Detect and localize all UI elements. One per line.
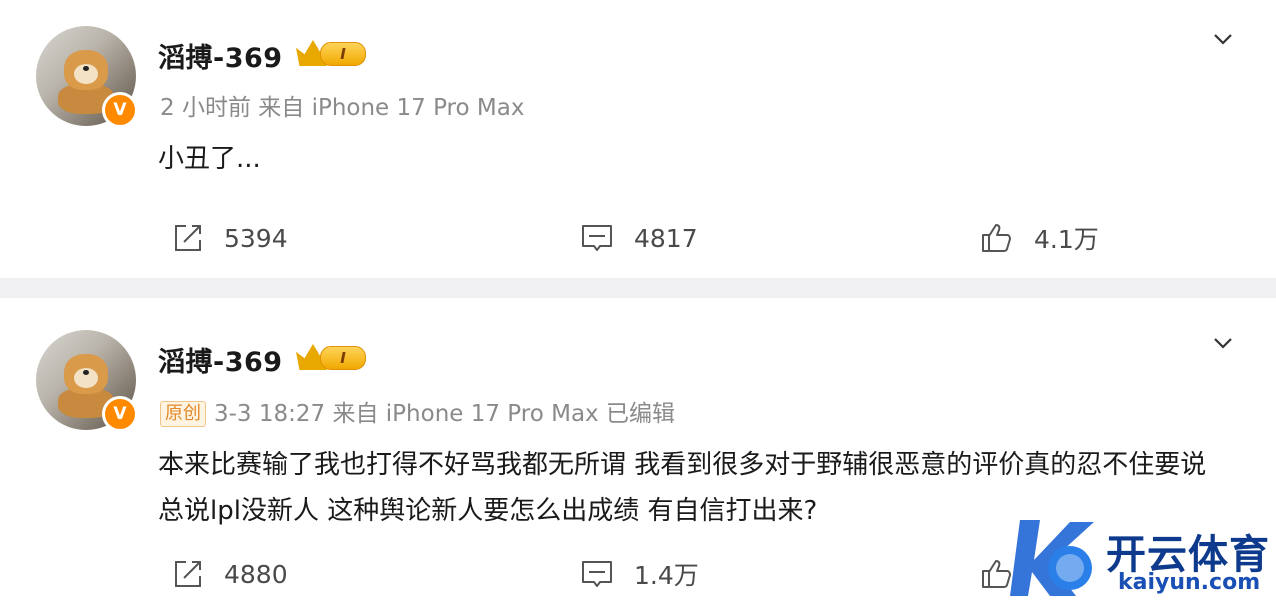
- username[interactable]: 滔搏-369: [158, 36, 283, 75]
- comment-count: 4817: [634, 223, 698, 253]
- avatar[interactable]: V: [36, 26, 138, 128]
- like-button[interactable]: 4.1万: [980, 218, 1099, 258]
- avatar-dog-head: [64, 50, 108, 90]
- avatar[interactable]: V: [36, 330, 138, 432]
- verified-badge: V: [102, 396, 138, 432]
- watermark: 开云体育 kaiyun.com: [1010, 510, 1276, 610]
- repost-count: 5394: [224, 223, 288, 253]
- action-bar: 5394 4817 4.1万: [0, 218, 1276, 258]
- avatar-dog-head: [64, 354, 108, 394]
- like-icon: [982, 224, 1011, 252]
- level-number: I: [320, 346, 366, 370]
- original-tag: 原创: [160, 401, 206, 427]
- comment-icon: [582, 561, 612, 587]
- repost-icon: [175, 225, 201, 251]
- comment-count: 1.4万: [634, 561, 699, 590]
- repost-icon: [175, 561, 201, 587]
- username[interactable]: 滔搏-369: [158, 340, 283, 379]
- verified-badge: V: [102, 92, 138, 128]
- level-number: I: [320, 42, 366, 66]
- chevron-down-icon[interactable]: [1210, 330, 1236, 356]
- like-icon: [982, 560, 1011, 588]
- watermark-en: kaiyun.com: [1118, 570, 1261, 595]
- repost-count: 4880: [224, 559, 288, 589]
- like-count: 4.1万: [1034, 225, 1099, 254]
- weibo-post: V 滔搏-369 I 2 小时前 来自 iPhone 17 Pro Max 小丑…: [0, 0, 1276, 278]
- chevron-down-icon[interactable]: [1210, 26, 1236, 52]
- repost-button[interactable]: 4880: [172, 554, 288, 594]
- post-meta: 2 小时前 来自 iPhone 17 Pro Max: [160, 95, 525, 121]
- post-meta: 原创 3-3 18:27 来自 iPhone 17 Pro Max 已编辑: [160, 394, 675, 428]
- post-content: 小丑了...: [158, 144, 261, 174]
- post-meta-text: 3-3 18:27 来自 iPhone 17 Pro Max 已编辑: [214, 401, 675, 427]
- comment-button[interactable]: 1.4万: [580, 554, 699, 594]
- watermark-logo-icon: [1010, 520, 1094, 596]
- repost-button[interactable]: 5394: [172, 218, 288, 258]
- comment-icon: [582, 225, 612, 251]
- comment-button[interactable]: 4817: [580, 218, 698, 258]
